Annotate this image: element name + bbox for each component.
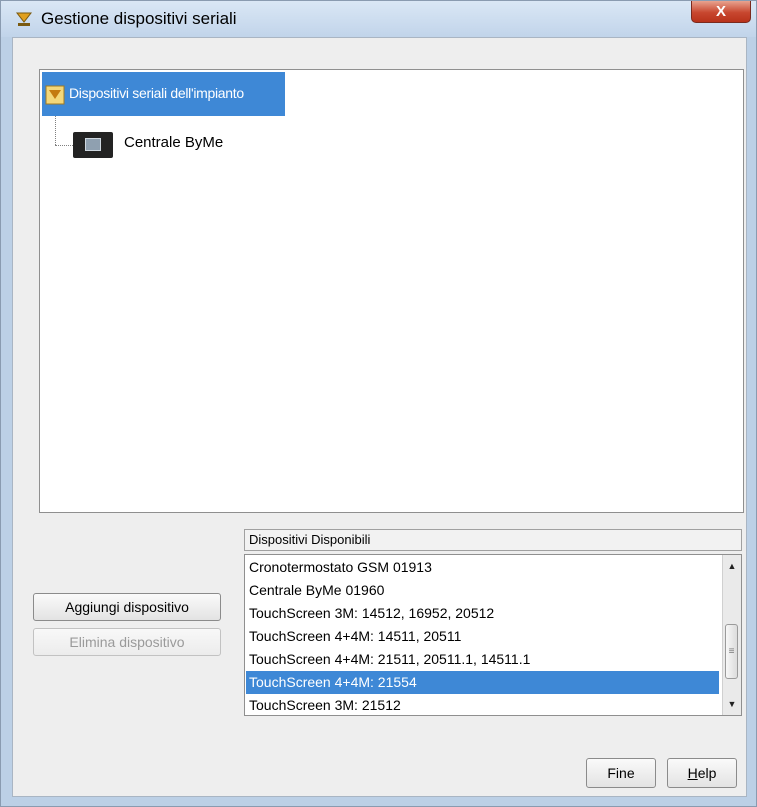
device-panel-icon bbox=[73, 132, 113, 158]
close-button[interactable]: X bbox=[691, 1, 751, 23]
list-item[interactable]: TouchScreen 4+4M: 14511, 20511 bbox=[246, 625, 719, 648]
help-rest: elp bbox=[697, 765, 717, 781]
fine-button[interactable]: Fine bbox=[586, 758, 656, 788]
list-item[interactable]: Cronotermostato GSM 01913 bbox=[246, 556, 719, 579]
help-mnemonic: H bbox=[687, 765, 698, 781]
list-item[interactable]: Centrale ByMe 01960 bbox=[246, 579, 719, 602]
window-title: Gestione dispositivi seriali bbox=[41, 9, 237, 28]
dialog-client-area: Dispositivi seriali dell'impianto Centra… bbox=[12, 37, 747, 797]
tree-node-centrale-byme[interactable]: Centrale ByMe bbox=[124, 134, 223, 151]
help-button[interactable]: Help bbox=[667, 758, 737, 788]
list-item-selected[interactable]: TouchScreen 4+4M: 21554 bbox=[246, 671, 719, 694]
scroll-thumb[interactable]: ≡ bbox=[725, 624, 738, 679]
title-bar[interactable]: Gestione dispositivi seriali X bbox=[1, 1, 756, 37]
serial-devices-app-icon bbox=[15, 12, 33, 26]
tree-connector-vertical bbox=[55, 116, 56, 145]
system-folder-icon bbox=[45, 85, 65, 105]
scroll-down-arrow-icon[interactable]: ▼ bbox=[723, 695, 741, 713]
available-devices-header: Dispositivi Disponibili bbox=[244, 529, 742, 551]
delete-device-button[interactable]: Elimina dispositivo bbox=[33, 628, 221, 656]
list-item[interactable]: TouchScreen 4+4M: 21511, 20511.1, 14511.… bbox=[246, 648, 719, 671]
list-item[interactable]: TouchScreen 3M: 14512, 16952, 20512 bbox=[246, 602, 719, 625]
tree-root-node[interactable]: Dispositivi seriali dell'impianto bbox=[42, 72, 285, 116]
list-scrollbar[interactable]: ▲ ≡ ▼ bbox=[722, 555, 741, 715]
list-item[interactable]: TouchScreen 3M: 21512 bbox=[246, 694, 719, 715]
dialog-window: Gestione dispositivi seriali X Dispositi… bbox=[0, 0, 757, 807]
tree-root-label: Dispositivi seriali dell'impianto bbox=[69, 85, 244, 101]
add-device-button[interactable]: Aggiungi dispositivo bbox=[33, 593, 221, 621]
scroll-up-arrow-icon[interactable]: ▲ bbox=[723, 557, 741, 575]
device-tree[interactable]: Dispositivi seriali dell'impianto Centra… bbox=[39, 69, 744, 513]
available-devices-list[interactable]: Cronotermostato GSM 01913 Centrale ByMe … bbox=[244, 554, 742, 716]
tree-connector-horizontal bbox=[55, 145, 73, 146]
